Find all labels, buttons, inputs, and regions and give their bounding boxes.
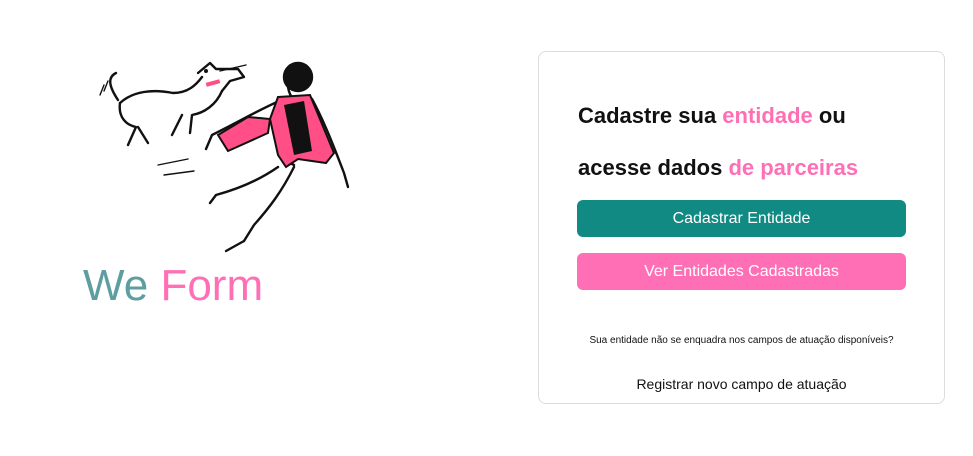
action-card: Cadastre sua entidade ou acesse dados de… (538, 51, 945, 404)
card-title: Cadastre sua entidade ou acesse dados de… (578, 90, 918, 194)
title-line-2: acesse dados de parceiras (578, 142, 918, 194)
view-entities-button[interactable]: Ver Entidades Cadastradas (577, 253, 906, 290)
title-line-2-prefix: acesse dados (578, 155, 729, 180)
person-running-with-dog-illustration (99, 61, 350, 253)
hero: We Form (80, 55, 380, 315)
page: We Form Cadastre sua entidade ou acesse … (0, 0, 973, 456)
title-line-1-prefix: Cadastre sua (578, 103, 723, 128)
field-hint-text: Sua entidade não se enquadra nos campos … (589, 335, 894, 346)
title-line-2-accent: de parceiras (728, 155, 859, 180)
brand-we: We (83, 261, 149, 310)
brand-form: Form (160, 261, 264, 310)
register-entity-button[interactable]: Cadastrar Entidade (577, 200, 906, 237)
title-line-1-suffix: ou (812, 103, 846, 128)
title-line-1-accent: entidade (722, 103, 813, 128)
title-line-1: Cadastre sua entidade ou (578, 90, 918, 142)
register-new-field-link[interactable]: Registrar novo campo de atuação (539, 376, 944, 392)
brand-logo: We Form (83, 261, 263, 311)
